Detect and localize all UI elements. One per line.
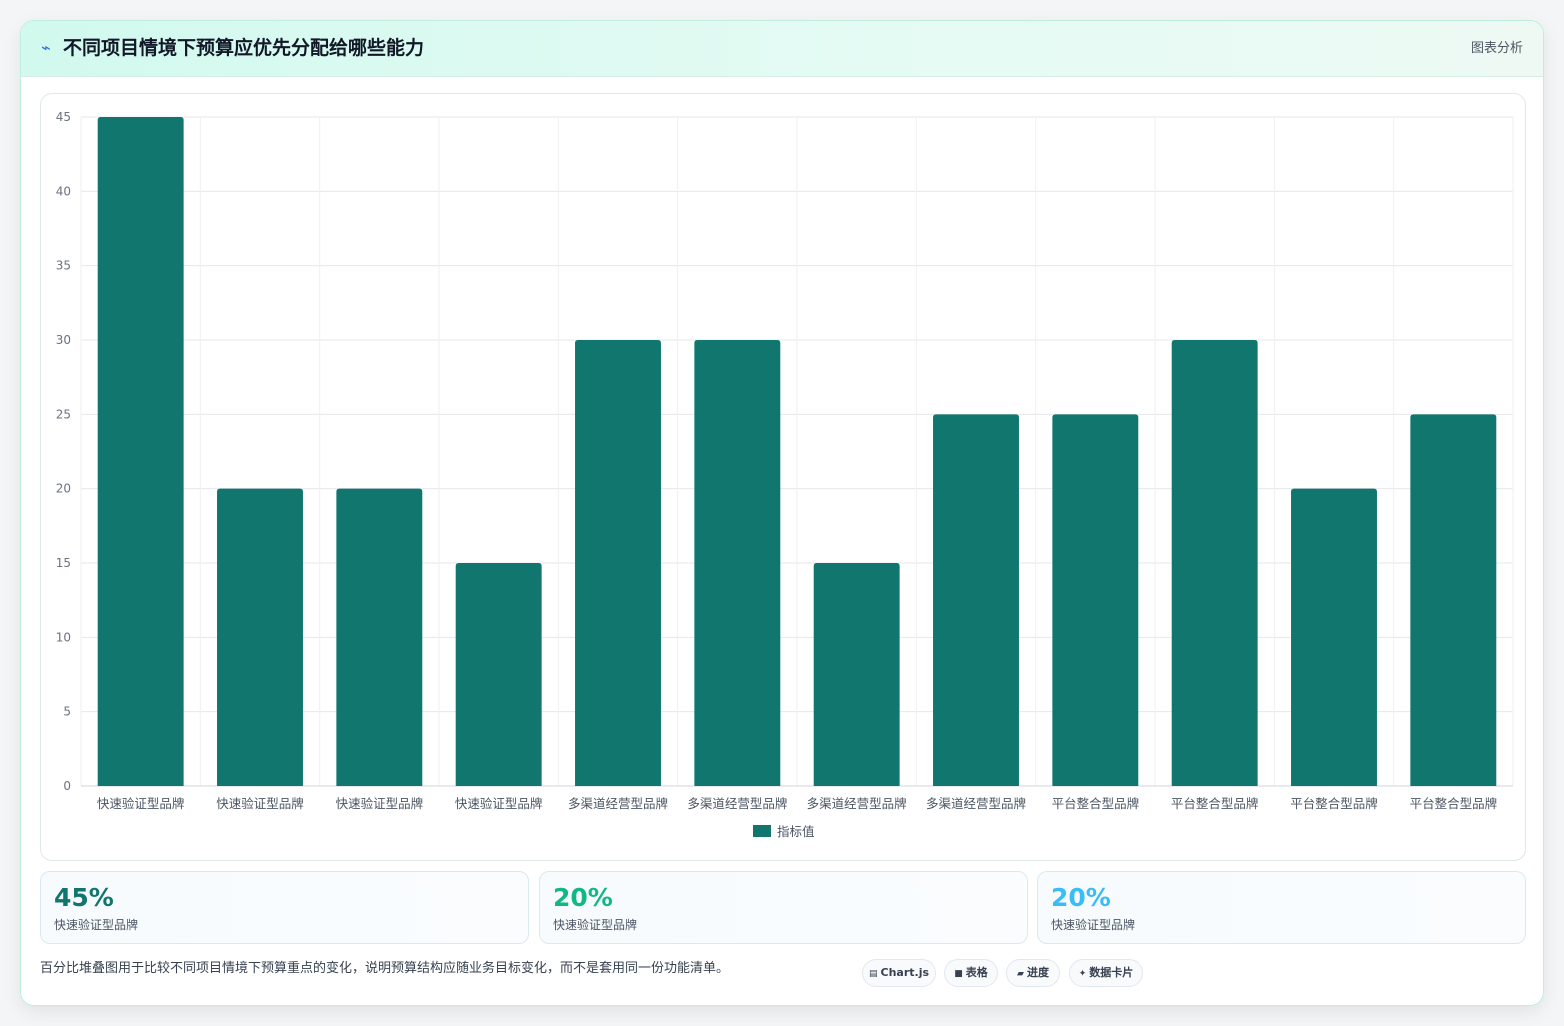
x-tick-label: 平台整合型品牌 xyxy=(1410,796,1498,811)
y-tick-label: 40 xyxy=(56,184,71,198)
chart-icon: ▤ xyxy=(868,969,878,979)
pill-progress[interactable]: ▰ 进度 xyxy=(1006,959,1060,987)
y-tick-label: 35 xyxy=(56,259,71,273)
y-tick-label: 10 xyxy=(56,630,71,644)
chart-analysis-tag: 图表分析 xyxy=(1470,41,1523,56)
stat-label: 快速验证型品牌 xyxy=(54,918,139,932)
bar xyxy=(1171,340,1258,786)
x-tick-label: 平台整合型品牌 xyxy=(1052,796,1140,811)
pill-data-card[interactable]: ✦ 数据卡片 xyxy=(1069,959,1143,987)
y-tick-label: 45 xyxy=(56,110,71,124)
chart-title: 不同项目情境下预算应优先分配给哪些能力 xyxy=(63,37,425,59)
x-tick-label: 多渠道经营型品牌 xyxy=(568,796,668,811)
stat-value: 45% xyxy=(54,883,114,912)
bar xyxy=(813,563,900,786)
x-tick-label: 平台整合型品牌 xyxy=(1290,796,1378,811)
stat-label: 快速验证型品牌 xyxy=(1051,918,1136,932)
stat-card-3: 20% 快速验证型品牌 xyxy=(1037,871,1526,944)
chart-card: ⌁ 不同项目情境下预算应优先分配给哪些能力 图表分析 0 5 10 15 20 25 30 3… xyxy=(20,20,1544,1006)
x-tick-label: 快速验证型品牌 xyxy=(97,796,185,811)
bar xyxy=(97,117,184,786)
bar xyxy=(217,488,303,786)
sparkle-icon: ✦ xyxy=(1078,969,1087,979)
chart-note: 百分比堆叠图用于比较不同项目情境下预算重点的变化，说明预算结构应随业务目标变化，… xyxy=(40,961,730,976)
bar xyxy=(455,563,542,786)
bar-chart: 0 5 10 15 20 25 30 35 40 45 快速验证型品牌 快速验证型品牌 快速验证型品牌 快… xyxy=(56,110,1514,839)
x-tick-label: 多渠道经营型品牌 xyxy=(926,796,1026,811)
x-tick-label: 快速验证型品牌 xyxy=(216,796,304,811)
x-tick-label: 快速验证型品牌 xyxy=(336,796,424,811)
y-tick-label: 15 xyxy=(56,556,71,570)
y-tick-label: 0 xyxy=(63,779,71,793)
chart-area: 0 5 10 15 20 25 30 35 40 45 快速验证型品牌 快速验证型品牌 快速验证型品牌 快… xyxy=(40,93,1526,861)
y-tick-label: 25 xyxy=(56,407,71,421)
stat-label: 快速验证型品牌 xyxy=(553,918,638,932)
bar xyxy=(1410,414,1497,786)
bar xyxy=(933,414,1019,786)
bar xyxy=(694,340,781,786)
card-header: ⌁ 不同项目情境下预算应优先分配给哪些能力 图表分析 xyxy=(21,21,1543,77)
stat-card-2: 20% 快速验证型品牌 xyxy=(539,871,1028,944)
x-tick-label: 平台整合型品牌 xyxy=(1171,796,1259,811)
legend-swatch xyxy=(753,825,771,837)
y-tick-label: 20 xyxy=(56,482,71,496)
y-tick-label: 30 xyxy=(56,333,71,347)
lightning-icon: ⌁ xyxy=(41,38,51,57)
table-icon: ■ xyxy=(954,969,963,979)
legend-label: 指标值 xyxy=(777,824,815,839)
stat-value: 20% xyxy=(1051,883,1111,912)
stat-card-1: 45% 快速验证型品牌 xyxy=(40,871,529,944)
bar xyxy=(336,488,423,786)
x-tick-label: 多渠道经营型品牌 xyxy=(807,796,907,811)
stat-value: 20% xyxy=(553,883,613,912)
pill-chartjs[interactable]: ▤ Chart.js xyxy=(862,959,936,987)
bar xyxy=(1291,488,1377,786)
progress-icon: ▰ xyxy=(1017,969,1024,979)
x-tick-label: 多渠道经营型品牌 xyxy=(687,796,787,811)
x-tick-label: 快速验证型品牌 xyxy=(455,796,543,811)
pill-table[interactable]: ■ 表格 xyxy=(944,959,998,987)
bar xyxy=(1052,414,1139,786)
y-tick-label: 5 xyxy=(63,705,71,719)
bar xyxy=(575,340,661,786)
